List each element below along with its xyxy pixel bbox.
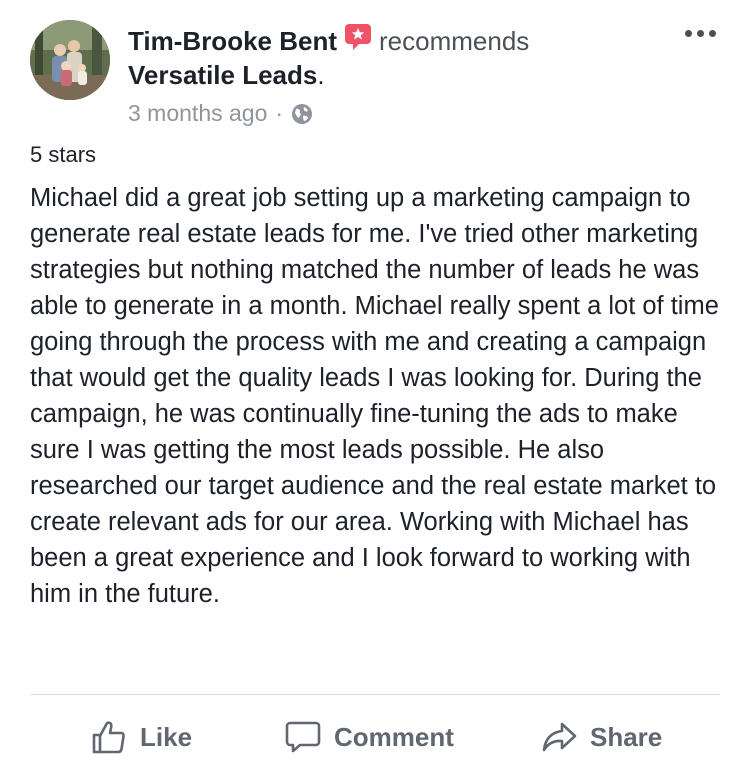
rating-text: 5 stars [30,142,97,167]
share-arrow-icon [542,722,577,752]
action-bar: Like Comment Share [0,712,750,762]
share-button[interactable]: Share [540,712,662,762]
meta-separator: · [275,100,284,126]
page-name[interactable]: Versatile Leads [128,60,317,90]
author-name[interactable]: Tim-Brooke Bent [128,26,337,56]
share-label: Share [590,721,663,752]
recommend-star-icon [345,24,371,50]
comment-bubble-icon [285,721,321,753]
thumbs-up-icon [92,721,125,754]
header-line: Tim-Brooke Bent recommends [128,22,529,59]
like-button[interactable]: Like [90,712,192,762]
review-text: Michael did a great job setting up a mar… [30,184,719,608]
globe-icon [292,104,313,124]
page-line: Versatile Leads. [128,57,325,93]
timestamp[interactable]: 3 months ago [128,100,267,126]
comment-label: Comment [334,721,454,752]
avatar-photo [30,20,110,100]
post-meta: 3 months ago · [128,97,313,129]
more-options-button[interactable] [685,30,716,37]
recommends-text: recommends [379,26,530,56]
avatar[interactable] [30,20,110,100]
more-dot-icon [709,30,716,37]
more-dot-icon [697,30,704,37]
page-suffix: . [317,60,325,90]
like-label: Like [140,721,193,752]
comment-button[interactable]: Comment [284,712,454,762]
more-dot-icon [685,30,692,37]
divider [30,694,720,695]
